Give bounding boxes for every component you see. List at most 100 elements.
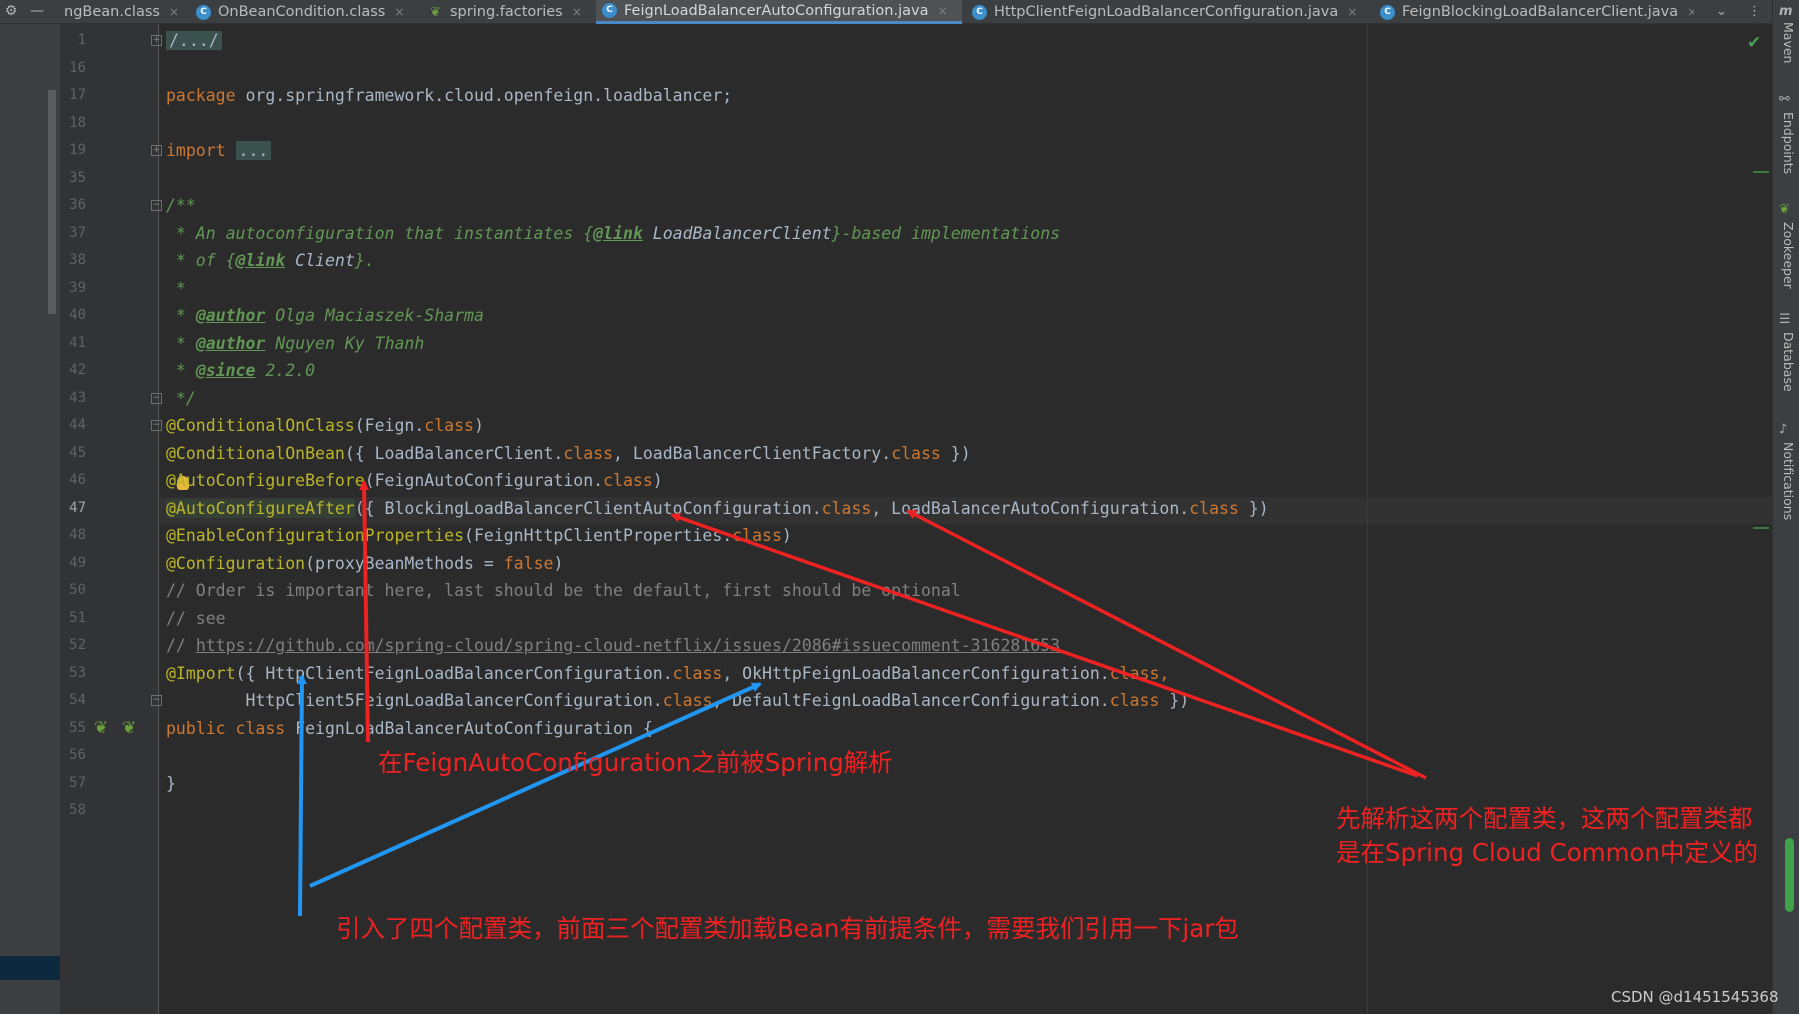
code-line-54: HttpClient5FeignLoadBalancerConfiguratio… [166,691,1189,710]
fold-toggle-icon[interactable]: − [151,695,162,706]
chevron-down-icon[interactable]: ⌄ [1716,0,1727,24]
keyword: class [891,444,941,463]
annotation: @Configuration [166,554,306,573]
tab-ngbean-class[interactable]: ngBean.class × [58,0,180,24]
code-text: ({ LoadBalancerClient. [344,444,564,463]
annotation: @Import [166,664,236,683]
settings-gear-icon[interactable]: ⚙ [0,0,22,22]
scrollbar-thumb[interactable] [1785,838,1794,912]
line-number: 41 [69,335,86,351]
code-line-44: @ConditionalOnClass(Feign.class) [166,416,484,435]
code-line-55: public class FeignLoadBalancerAutoConfig… [166,719,653,738]
line-number: 58 [69,802,86,818]
annotation-note-after-line1: 先解析这两个配置类，这两个配置类都 [1336,804,1753,833]
line-number: 52 [69,637,86,653]
doc-comment: */ [166,389,196,408]
folded-region[interactable]: /.../ [166,31,222,50]
folded-imports[interactable]: ... [235,141,272,160]
code-text: ) [473,416,484,435]
close-icon[interactable]: × [1687,5,1694,19]
left-scrollbar[interactable] [48,90,56,314]
doc-ref: LoadBalancerClient [642,224,832,243]
line-number: 44 [69,417,86,433]
tab-spring-factories[interactable]: ❦ spring.factories × [422,0,590,24]
close-icon[interactable]: × [937,4,947,18]
doc-tag: @since [195,361,256,380]
code-line-47: @AutoConfigureAfter({ BlockingLoadBalanc… [166,499,1269,518]
annotation-note-import: 引入了四个配置类，前面三个配置类加载Bean有前提条件，需要我们引用一下jar包 [336,914,1239,943]
code-text: ) [781,526,792,545]
close-icon[interactable]: × [1347,5,1357,19]
fold-toggle-icon[interactable]: − [151,393,162,404]
close-icon[interactable]: × [169,5,179,19]
tab-feignblockingloadbalancerclient[interactable]: C FeignBlockingLoadBalancerClient.java × [1374,0,1694,24]
fold-toggle-icon[interactable]: + [151,145,162,156]
annotation: @AutoConfigureAfter [166,499,355,518]
tool-database[interactable]: Database [1776,332,1796,392]
close-icon[interactable]: × [394,5,404,19]
code-line-1: /.../ [166,31,222,50]
code-text: ) [652,471,663,490]
keyword: package [166,86,236,105]
doc-comment: * of { [166,251,236,270]
code-text: ({ HttpClientFeignLoadBalancerConfigurat… [235,664,673,683]
doc-tag: @author [195,306,266,325]
line-number: 19 [69,142,86,158]
line-number: 16 [69,60,86,76]
code-line-49: @Configuration(proxyBeanMethods = false) [166,554,563,573]
package-name: org.springframework.cloud.openfeign.load… [235,86,733,105]
close-icon[interactable]: × [572,5,582,19]
keyword: class [732,526,782,545]
spring-bean-icon[interactable]: ❦ [122,718,136,738]
code-text: }) [940,444,971,463]
keyword: class [424,416,474,435]
annotation: @ConditionalOnClass [166,416,355,435]
code-line-19: import ... [166,141,272,160]
blue-arrow-httpclient-config [296,674,307,917]
change-marker [1753,171,1769,173]
code-line-46: @AutoConfigureBefore(FeignAutoConfigurat… [166,471,663,490]
line-number: 36 [69,197,86,213]
code-line-52: // https://github.com/spring-cloud/sprin… [166,636,1060,655]
maven-icon: m [1779,4,1793,19]
line-comment: // [166,636,196,655]
keyword: public class [166,719,286,738]
code-text: (Feign. [354,416,425,435]
doc-comment: Olga Maciaszek-Sharma [265,306,484,325]
editor-tab-bar: ⚙ — ngBean.class × C OnBeanCondition.cla… [0,0,1799,24]
line-number: 45 [69,445,86,461]
line-number: 35 [69,170,86,186]
selected-tool-highlight [0,956,60,980]
more-options-icon[interactable]: ⋮ [1748,0,1761,24]
class-icon: C [196,4,211,20]
tab-onbeancondition-class[interactable]: C OnBeanCondition.class × [190,0,414,24]
annotation: @ConditionalOnBean [166,444,345,463]
minimize-icon[interactable]: — [26,0,48,22]
tab-label: FeignLoadBalancerAutoConfiguration.java [624,2,929,19]
fold-toggle-icon[interactable]: − [151,420,162,431]
line-number: 50 [69,582,86,598]
doc-comment: * [166,334,196,353]
tool-zookeeper[interactable]: Zookeeper [1776,222,1796,289]
code-text: }) [1238,499,1269,518]
line-number: 43 [69,390,86,406]
tool-notifications[interactable]: Notifications [1776,442,1796,520]
spring-leaf-icon: ❦ [430,4,441,20]
tab-feignloadbalancerautoconfiguration[interactable]: C FeignLoadBalancerAutoConfiguration.jav… [596,0,962,24]
no-problems-check-icon[interactable]: ✔ [1747,33,1761,53]
zookeeper-icon: ❦ [1779,202,1790,217]
spring-bean-run-icon[interactable]: ❦ [94,718,108,738]
tool-maven[interactable]: Maven [1776,22,1796,63]
code-text: (FeignHttpClientProperties. [464,526,733,545]
line-number: 37 [69,225,86,241]
class-icon: C [602,3,617,18]
csdn-watermark: CSDN @d1451545368 [1611,988,1779,1006]
line-number: 42 [69,362,86,378]
tool-endpoints[interactable]: Endpoints [1776,112,1796,174]
tab-httpclientfeignloadbalancerconfiguration[interactable]: C HttpClientFeignLoadBalancerConfigurati… [966,0,1374,24]
class-icon: C [1380,4,1395,20]
comment-link[interactable]: https://github.com/spring-cloud/spring-c… [196,636,1060,655]
doc-comment: 2.2.0 [255,361,316,380]
fold-toggle-icon[interactable]: + [151,35,162,46]
fold-toggle-icon[interactable]: − [151,200,162,211]
